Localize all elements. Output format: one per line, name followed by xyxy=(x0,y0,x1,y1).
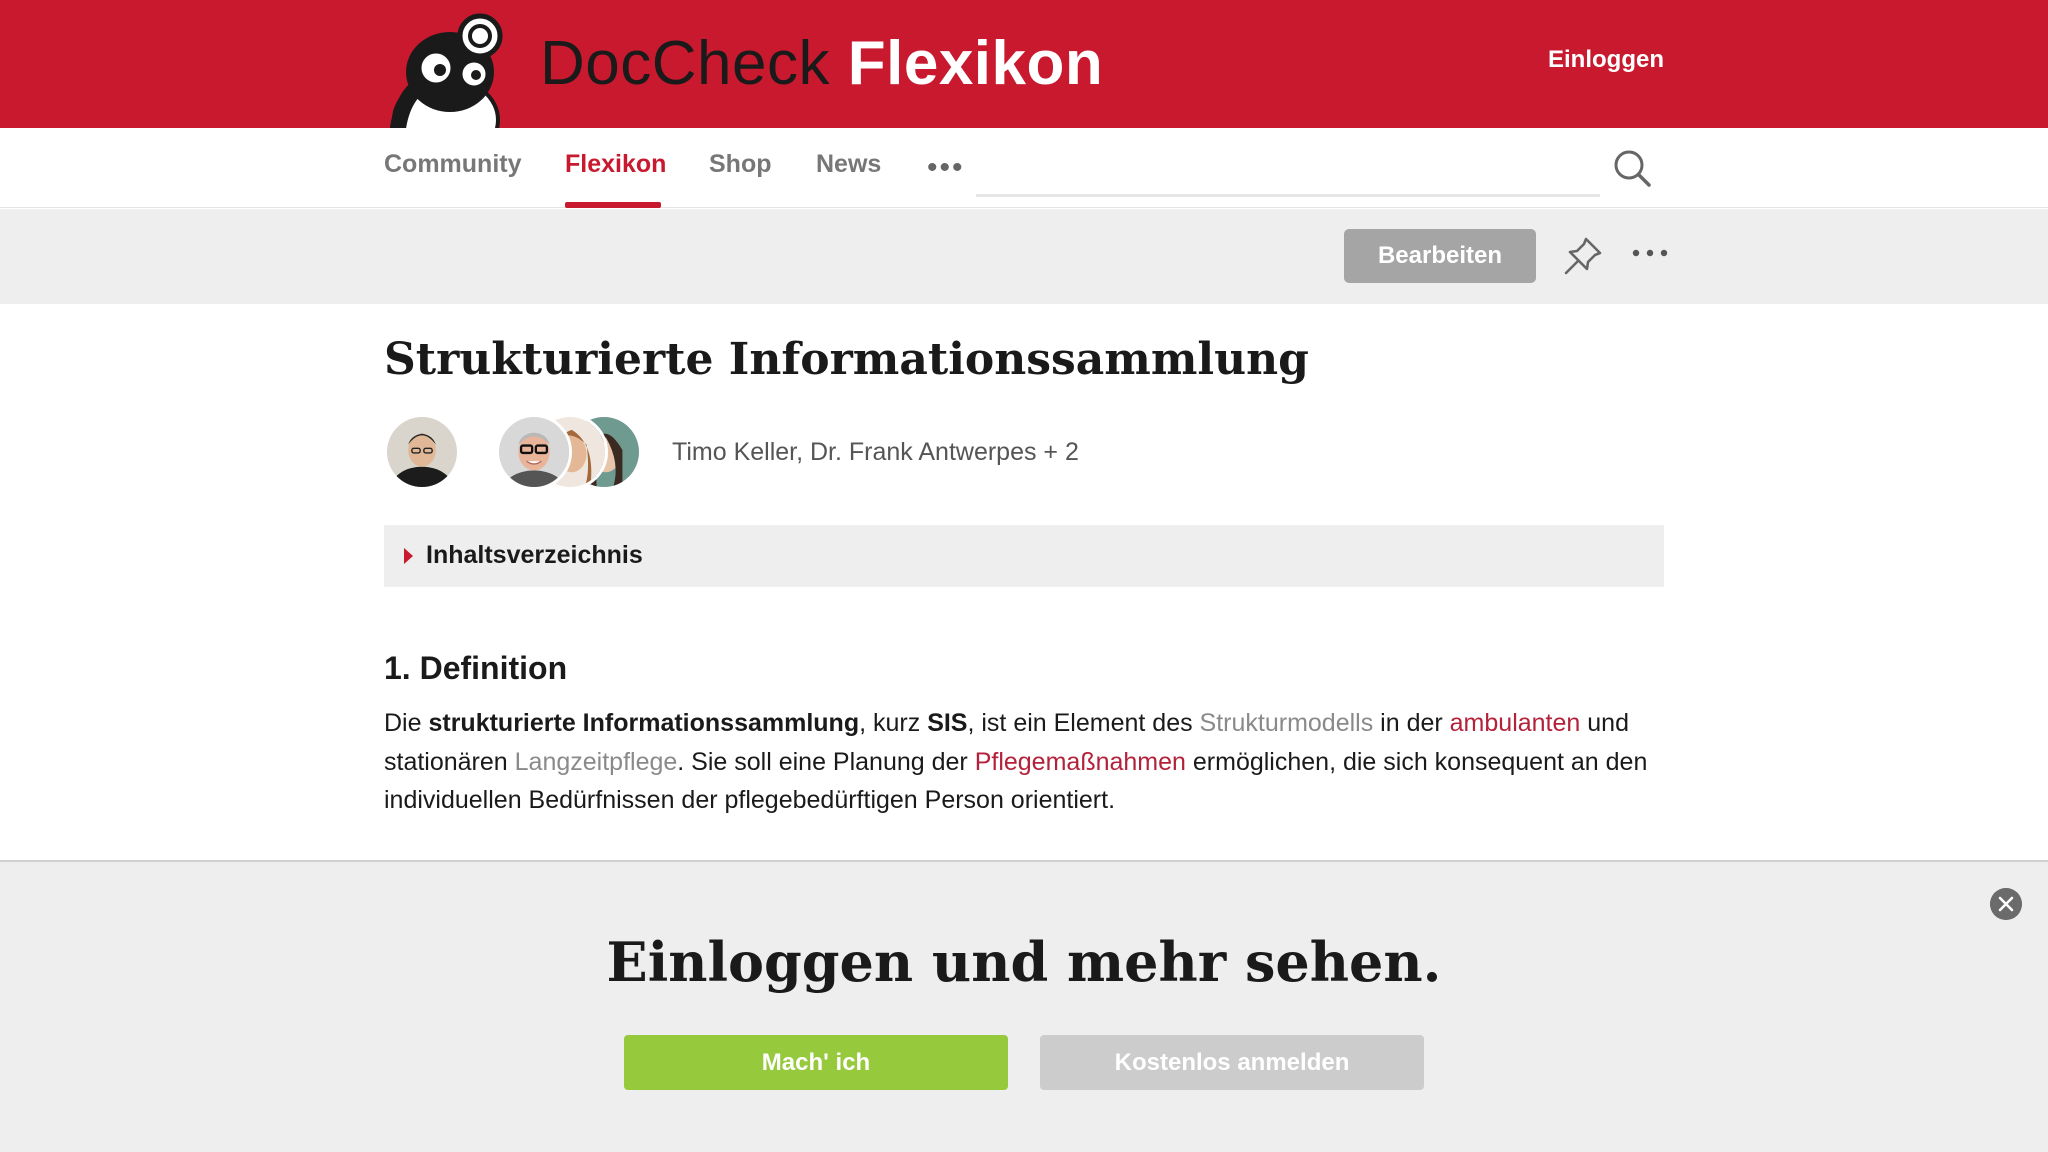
section-heading: 1. Definition xyxy=(384,650,568,686)
nav-item-news[interactable]: News xyxy=(816,150,881,179)
login-link[interactable]: Einloggen xyxy=(1548,46,1664,74)
nav-item-community[interactable]: Community xyxy=(384,150,522,179)
nav-more-menu[interactable]: ••• xyxy=(927,153,965,183)
author-list[interactable]: Timo Keller, Dr. Frank Antwerpes + 2 xyxy=(672,438,1079,467)
page-title: Strukturierte Informationssammlung xyxy=(384,334,1309,385)
text-run: , ist ein Element des xyxy=(967,709,1200,737)
avatar[interactable] xyxy=(496,414,572,490)
link-langzeitpflege[interactable]: Langzeitpflege xyxy=(515,748,678,776)
triangle-right-icon xyxy=(404,548,413,564)
top-header-bar: DocCheck Flexikon Einloggen xyxy=(0,0,2048,128)
avatar[interactable] xyxy=(384,414,460,490)
login-button[interactable]: Mach' ich xyxy=(624,1035,1008,1090)
text-run: . Sie soll eine Planung der xyxy=(677,747,975,776)
mascot-logo-icon xyxy=(390,13,503,128)
bold-abbreviation: SIS xyxy=(927,709,968,737)
brand-flexikon: Flexikon xyxy=(847,29,1104,98)
toc-label: Inhaltsverzeichnis xyxy=(426,541,643,569)
text-run: in der xyxy=(1373,709,1450,737)
link-ambulant[interactable]: ambulanten xyxy=(1450,709,1581,737)
table-of-contents-toggle[interactable]: Inhaltsverzeichnis xyxy=(384,525,1664,587)
overlay-title: Einloggen und mehr sehen. xyxy=(606,930,1442,994)
text-run: Die xyxy=(384,709,429,737)
nav-item-flexikon[interactable]: Flexikon xyxy=(565,150,666,179)
link-strukturmodell[interactable]: Strukturmodells xyxy=(1200,709,1374,737)
author-photo-1 xyxy=(387,417,457,487)
nav-item-shop[interactable]: Shop xyxy=(709,150,772,179)
more-dots-icon[interactable] xyxy=(1630,243,1670,263)
author-photo-2 xyxy=(499,417,569,487)
definition-paragraph: Die strukturierte Informationssammlung, … xyxy=(384,704,1674,820)
brand-wordmark: DocCheck Flexikon xyxy=(540,28,1103,100)
article-toolbar: Bearbeiten xyxy=(0,209,2048,304)
link-pflegemassnahmen[interactable]: Pflegemaßnahmen xyxy=(975,748,1186,776)
text-run: , kurz xyxy=(859,709,928,737)
register-button[interactable]: Kostenlos anmelden xyxy=(1040,1035,1424,1090)
active-tab-indicator xyxy=(565,202,661,208)
bold-term: strukturierte Informationssammlung xyxy=(428,709,860,737)
close-icon[interactable] xyxy=(1990,888,2022,920)
brand-doccheck: DocCheck xyxy=(540,29,830,98)
search-icon[interactable] xyxy=(1612,148,1652,188)
main-nav: Community Flexikon Shop News ••• xyxy=(0,128,2048,208)
edit-button[interactable]: Bearbeiten xyxy=(1344,229,1536,283)
login-overlay: Einloggen und mehr sehen. Mach' ich Kost… xyxy=(0,860,2048,1152)
search-input[interactable] xyxy=(976,194,1600,197)
pin-icon[interactable] xyxy=(1562,235,1604,277)
